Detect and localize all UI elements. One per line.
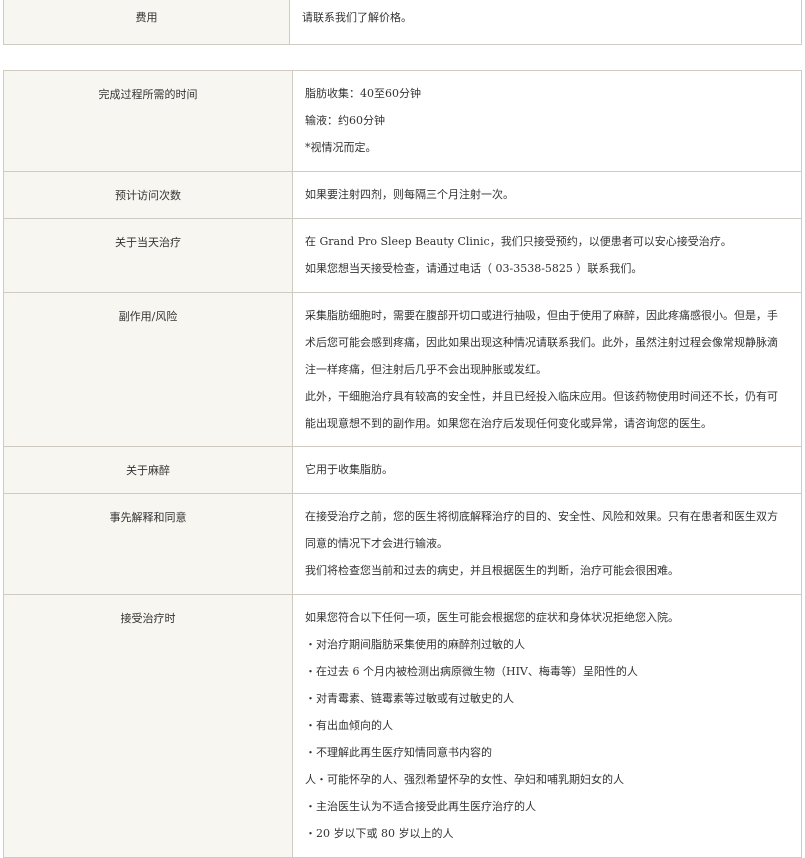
acceptance-item: ・不理解此再生医疗知情同意书内容的 (305, 746, 492, 759)
acceptance-item: ・有出血倾向的人 (305, 719, 393, 732)
side-effects-label: 副作用/风险 (118, 310, 178, 323)
duration-label: 完成过程所需的时间 (98, 88, 198, 101)
anesthesia-value: 它用于收集脂肪。 (305, 463, 393, 476)
acceptance-item: ・在过去 6 个月内被检测出病原微生物（HIV、梅毒等）呈阳性的人 (305, 665, 638, 678)
row-anesthesia: 关于麻醉 它用于收集脂肪。 (3, 446, 802, 494)
acceptance-item: ・对治疗期间脂肪采集使用的麻醉剂过敏的人 (305, 638, 525, 651)
duration-line: 脂肪收集：40至60分钟 (305, 87, 421, 100)
side-effects-line: 注一样疼痛，但注射后几乎不会出现肿胀或发红。 (305, 363, 547, 376)
acceptance-item: ・主治医生认为不适合接受此再生医疗治疗的人 (305, 800, 536, 813)
row-consent: 事先解释和同意 在接受治疗之前，您的医生将彻底解释治疗的目的、安全性、风险和效果… (3, 493, 802, 595)
row-duration: 完成过程所需的时间 脂肪收集：40至60分钟 输液：约60分钟 *视情况而定。 (3, 70, 802, 172)
fee-table: 费用 请联系我们了解价格。 (3, 0, 802, 45)
row-acceptance: 接受治疗时 如果您符合以下任何一项，医生可能会根据您的症状和身体状况拒绝您入院。… (3, 594, 802, 858)
side-effects-line: 采集脂肪细胞时，需要在腹部开切口或进行抽吸，但由于使用了麻醉，因此疼痛感很小。但… (305, 309, 778, 322)
anesthesia-label: 关于麻醉 (126, 464, 170, 477)
same-day-line: 在 Grand Pro Sleep Beauty Clinic，我们只接受预约，… (305, 235, 732, 248)
acceptance-item: 人・可能怀孕的人、强烈希望怀孕的女性、孕妇和哺乳期妇女的人 (305, 773, 624, 786)
fee-row: 费用 请联系我们了解价格。 (3, 0, 802, 45)
visits-value: 如果要注射四剂，则每隔三个月注射一次。 (305, 188, 514, 201)
consent-line: 我们将检查您当前和过去的病史，并且根据医生的判断，治疗可能会很困难。 (305, 564, 679, 577)
side-effects-line: 术后您可能会感到疼痛，因此如果出现这种情况请联系我们。此外，虽然注射过程会像常规… (305, 336, 778, 349)
consent-line: 在接受治疗之前，您的医生将彻底解释治疗的目的、安全性、风险和效果。只有在患者和医… (305, 510, 778, 523)
acceptance-label: 接受治疗时 (120, 612, 176, 625)
duration-line: 输液：约60分钟 (305, 114, 385, 127)
fee-label: 费用 (3, 0, 290, 45)
visits-label: 预计访问次数 (115, 189, 181, 202)
acceptance-item: ・20 岁以下或 80 岁以上的人 (305, 827, 454, 840)
fee-value: 请联系我们了解价格。 (289, 0, 802, 45)
side-effects-line: 能出现意想不到的副作用。如果您在治疗后发现任何变化或异常，请咨询您的医生。 (305, 417, 712, 430)
row-same-day: 关于当天治疗 在 Grand Pro Sleep Beauty Clinic，我… (3, 218, 802, 293)
row-side-effects: 副作用/风险 采集脂肪细胞时，需要在腹部开切口或进行抽吸，但由于使用了麻醉，因此… (3, 292, 802, 447)
same-day-label: 关于当天治疗 (115, 236, 181, 249)
same-day-phone-line: 如果您想当天接受检查，请通过电话（ 03-3538-5825 ）联系我们。 (305, 262, 643, 275)
side-effects-line: 此外，干细胞治疗具有较高的安全性，并且已经投入临床应用。但该药物使用时间还不长，… (305, 390, 778, 403)
consent-label: 事先解释和同意 (109, 511, 187, 524)
acceptance-item: ・对青霉素、链霉素等过敏或有过敏史的人 (305, 692, 514, 705)
consent-line: 同意的情况下才会进行输液。 (305, 537, 448, 550)
row-visits: 预计访问次数 如果要注射四剂，则每隔三个月注射一次。 (3, 171, 802, 219)
duration-note: *视情况而定。 (305, 141, 377, 154)
acceptance-intro: 如果您符合以下任何一项，医生可能会根据您的症状和身体状况拒绝您入院。 (305, 611, 679, 624)
treatment-info-table: 完成过程所需的时间 脂肪收集：40至60分钟 输液：约60分钟 *视情况而定。 … (3, 70, 802, 858)
